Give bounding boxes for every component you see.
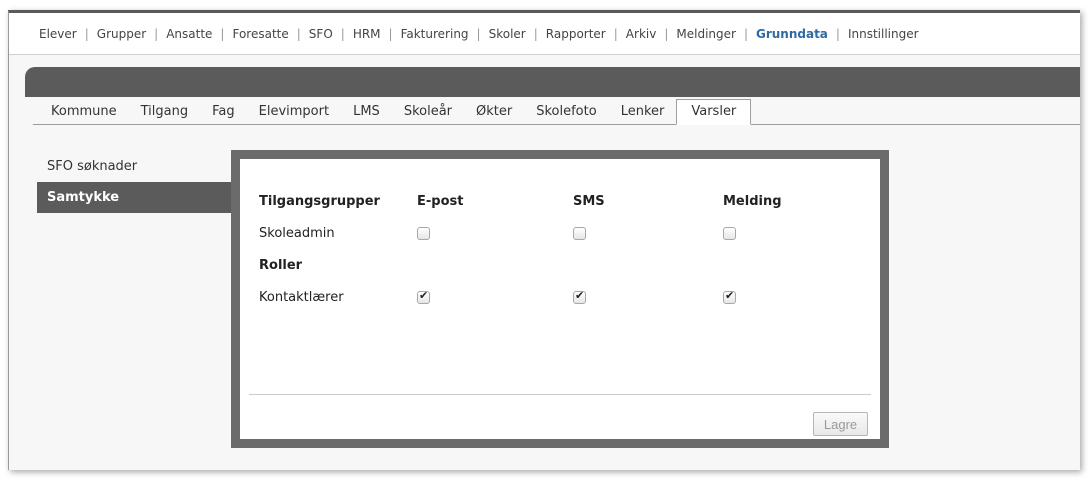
roles-heading: Roller (259, 257, 303, 273)
nav-item-fakturering[interactable]: Fakturering (401, 27, 469, 41)
tab-tilgang[interactable]: Tilgang (129, 104, 200, 124)
nav-separator: | (340, 26, 345, 41)
nav-separator: | (84, 26, 89, 41)
side-menu: SFO søknader Samtykke (37, 151, 237, 213)
tab-elevimport[interactable]: Elevimport (247, 104, 341, 124)
nav-item-elever[interactable]: Elever (39, 27, 77, 41)
nav-item-hrm[interactable]: HRM (353, 27, 381, 41)
header-sms: SMS (573, 193, 605, 209)
nav-item-grupper[interactable]: Grupper (97, 27, 146, 41)
nav-separator: | (743, 26, 748, 41)
nav-item-grunndata[interactable]: Grunndata (756, 27, 828, 41)
email-checkbox[interactable] (417, 289, 430, 304)
save-button[interactable]: Lagre (813, 412, 868, 436)
tab-lms[interactable]: LMS (341, 104, 392, 124)
nav-separator: | (154, 26, 159, 41)
header-melding: Melding (723, 193, 782, 209)
tab-skolefoto[interactable]: Skolefoto (524, 104, 608, 124)
nav-separator: | (220, 26, 225, 41)
side-item-samtykke[interactable]: Samtykke (37, 182, 233, 213)
nav-item-meldinger[interactable]: Meldinger (676, 27, 736, 41)
notification-table: Tilgangsgrupper E-post SMS Melding Skole… (259, 185, 823, 313)
table-row: Kontaktlærer (259, 281, 823, 313)
sms-checkbox[interactable] (573, 289, 586, 304)
table-row: Skoleadmin (259, 217, 823, 249)
nav-item-rapporter[interactable]: Rapporter (546, 27, 606, 41)
row-label: Kontaktlærer (259, 289, 344, 305)
tab-lenker[interactable]: Lenker (609, 104, 677, 124)
subnav-tabs: Kommune Tilgang Fag Elevimport LMS Skole… (33, 97, 1080, 125)
nav-separator: | (388, 26, 393, 41)
nav-separator: | (835, 26, 840, 41)
notification-panel-body: Tilgangsgrupper E-post SMS Melding Skole… (240, 159, 880, 439)
nav-item-ansatte[interactable]: Ansatte (166, 27, 212, 41)
nav-item-skoler[interactable]: Skoler (489, 27, 526, 41)
tab-okter[interactable]: Økter (464, 104, 524, 124)
tab-skolear[interactable]: Skoleår (392, 104, 464, 124)
nav-separator: | (533, 26, 538, 41)
row-label: Skoleadmin (259, 225, 335, 241)
email-checkbox[interactable] (417, 226, 430, 240)
message-checkbox[interactable] (723, 289, 736, 304)
notification-panel: Tilgangsgrupper E-post SMS Melding Skole… (231, 150, 889, 448)
tab-kommune[interactable]: Kommune (39, 104, 129, 124)
tab-varsler[interactable]: Varsler (676, 99, 752, 125)
nav-separator: | (476, 26, 481, 41)
nav-item-innstillinger[interactable]: Innstillinger (848, 27, 919, 41)
sms-checkbox[interactable] (573, 226, 586, 240)
app-window: Elever | Grupper | Ansatte | Foresatte |… (8, 10, 1080, 470)
nav-item-sfo[interactable]: SFO (309, 27, 333, 41)
nav-item-arkiv[interactable]: Arkiv (626, 27, 657, 41)
top-navigation: Elever | Grupper | Ansatte | Foresatte |… (9, 13, 1080, 55)
nav-item-foresatte[interactable]: Foresatte (232, 27, 288, 41)
tab-fag[interactable]: Fag (200, 104, 247, 124)
header-epost: E-post (417, 193, 464, 209)
header-tilgangsgrupper: Tilgangsgrupper (259, 193, 380, 209)
nav-separator: | (296, 26, 301, 41)
header-bar (25, 67, 1080, 97)
side-item-sfo-soknader[interactable]: SFO søknader (37, 151, 237, 182)
nav-separator: | (664, 26, 669, 41)
message-checkbox[interactable] (723, 226, 736, 240)
nav-separator: | (613, 26, 618, 41)
divider (249, 394, 871, 395)
